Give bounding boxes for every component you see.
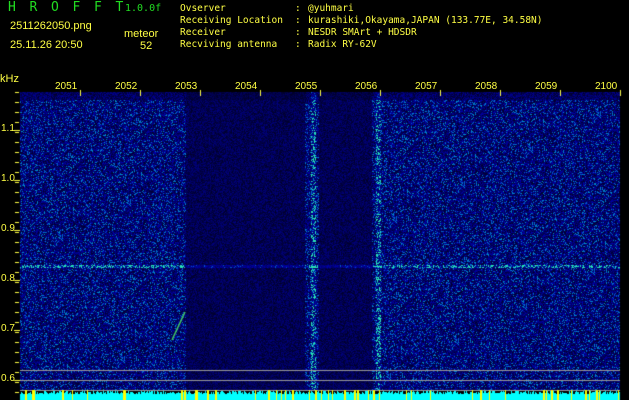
freq-unit-label: kHz [0, 73, 19, 85]
info-value: NESDR SMArt + HDSDR [308, 27, 417, 38]
spectrogram-canvas [0, 0, 629, 400]
info-colon: : [295, 39, 301, 50]
logo-letter: F [94, 0, 102, 15]
time-tick-label: 2057 [415, 81, 438, 92]
time-tick-label: 2055 [295, 81, 318, 92]
time-tick-label: 2054 [235, 81, 258, 92]
info-value: kurashiki,Okayama,JAPAN (133.77E, 34.58N… [308, 15, 543, 26]
info-label: Recviving antenna [180, 39, 278, 50]
time-tick-label: 2100 [595, 81, 618, 92]
time-tick-label: 2051 [55, 81, 78, 92]
freq-tick-label: 0.9 [1, 223, 15, 234]
info-label: Receiver [180, 27, 226, 38]
freq-tick-label: 0.6 [1, 373, 15, 384]
time-tick-label: 2059 [535, 81, 558, 92]
info-value: @yuhmari [308, 3, 354, 14]
info-value: Radix RY-62V [308, 39, 377, 50]
logo-letter: R [29, 0, 38, 15]
freq-tick-label: 1.0 [1, 173, 15, 184]
info-colon: : [295, 15, 301, 26]
freq-tick-label: 0.8 [1, 273, 15, 284]
version-label: 1.0.0f [125, 3, 162, 14]
time-tick-label: 2056 [355, 81, 378, 92]
info-label: Receiving Location [180, 15, 283, 26]
meteor-label: meteor [124, 28, 159, 40]
datetime-label: 25.11.26 20:50 [10, 39, 83, 51]
logo-letter: H [8, 0, 16, 15]
info-colon: : [295, 27, 301, 38]
logo-letter: F [72, 0, 81, 15]
hrofft-logo: HROFFT [8, 0, 137, 15]
meteor-count: 52 [140, 40, 153, 52]
time-tick-label: 2053 [175, 81, 198, 92]
freq-tick-label: 0.7 [1, 323, 15, 334]
info-label: Ovserver [180, 3, 226, 14]
filename-label: 2511262050.png [10, 20, 92, 32]
time-tick-label: 2058 [475, 81, 498, 92]
time-tick-label: 2052 [115, 81, 138, 92]
logo-letter: O [51, 0, 59, 15]
info-colon: : [295, 3, 301, 14]
freq-tick-label: 1.1 [1, 123, 15, 134]
